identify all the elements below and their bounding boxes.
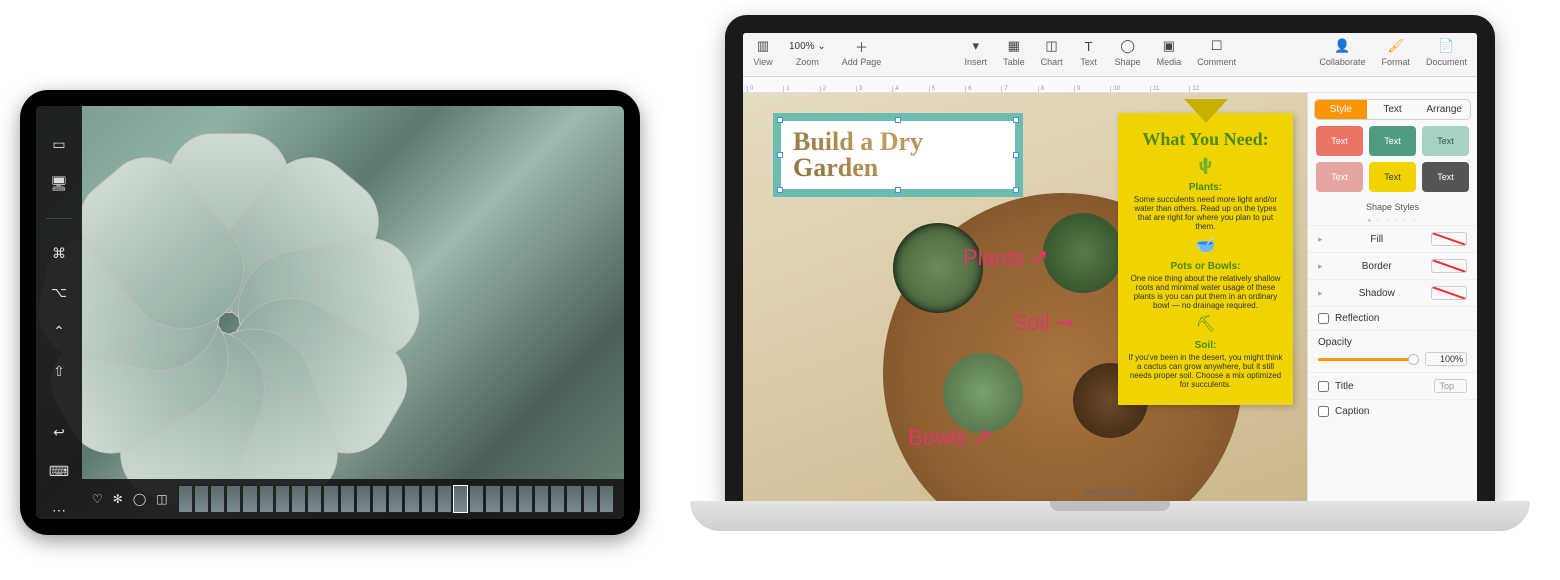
tab-arrange[interactable]: Arrange (1418, 100, 1470, 119)
adjust-icon[interactable]: ✻ (113, 492, 123, 506)
shift-icon[interactable]: ⇧ (50, 363, 68, 380)
document-title[interactable]: Build a Dry Garden (793, 129, 1003, 181)
soil-icon: ⛏ (1128, 314, 1283, 334)
mac-screen: ▥View 100% ⌄Zoom ＋Add Page ▾Insert ▦Tabl… (743, 33, 1477, 503)
favorite-icon[interactable]: ♡ (92, 492, 103, 506)
style-swatch[interactable]: Text (1316, 162, 1363, 192)
caption-checkbox[interactable] (1318, 406, 1329, 417)
fill-row[interactable]: ▸Fill (1308, 225, 1477, 252)
toolbar-chart[interactable]: ◫Chart (1041, 37, 1063, 67)
title-position-dropdown[interactable]: Top (1434, 379, 1467, 393)
toolbar-shape[interactable]: ◯Shape (1115, 37, 1141, 67)
style-pager-dots[interactable]: • · · · · · (1308, 216, 1477, 225)
pot-graphic (943, 353, 1023, 433)
pages-toolbar: ▥View 100% ⌄Zoom ＋Add Page ▾Insert ▦Tabl… (743, 33, 1477, 77)
style-swatch[interactable]: Text (1316, 126, 1363, 156)
ruler: 0123456789101112 (743, 77, 1477, 93)
down-arrow-icon (1184, 99, 1228, 123)
border-row[interactable]: ▸Border (1308, 252, 1477, 279)
inspector-tabs[interactable]: Style Text Arrange (1314, 99, 1471, 120)
title-checkbox[interactable] (1318, 381, 1329, 392)
info-heading: What You Need: (1128, 129, 1283, 150)
bowl-icon: 🥣 (1128, 235, 1283, 255)
toolbar-add-page[interactable]: ＋Add Page (842, 37, 882, 67)
title-row[interactable]: Title Top (1308, 372, 1477, 399)
toolbar-comment[interactable]: ☐Comment (1197, 37, 1236, 67)
style-swatch[interactable]: Text (1369, 126, 1416, 156)
macbook-base: MacBook Air (690, 501, 1530, 531)
toolbar-table[interactable]: ▦Table (1003, 37, 1025, 67)
shape-styles-label: Shape Styles (1308, 198, 1477, 216)
ipad-screen: ▭ 🖥 ⌘ ⌥ ⌃ ⇧ ↩ ⌨ ⋯ ♡ ✻ ◯ ◫ (36, 106, 624, 519)
style-swatch[interactable]: Text (1422, 162, 1469, 192)
undo-icon[interactable]: ↩ (50, 424, 68, 441)
info-panel[interactable]: What You Need: 🌵 Plants: Some succulents… (1118, 113, 1293, 405)
toolbar-insert[interactable]: ▾Insert (965, 37, 988, 67)
option-icon[interactable]: ⌥ (50, 284, 68, 301)
format-inspector: Style Text Arrange Text Text Text Text T… (1307, 93, 1477, 503)
macbook-label: MacBook Air (690, 487, 1530, 497)
keyboard-icon[interactable]: ⌨ (50, 463, 68, 480)
tab-text[interactable]: Text (1367, 100, 1419, 119)
tab-style[interactable]: Style (1315, 100, 1367, 119)
filters-icon[interactable]: ◯ (133, 492, 146, 506)
handwritten-label-soil: Soil ➙ (1013, 308, 1075, 337)
handwritten-label-plants: Plants ➚ (963, 243, 1050, 272)
border-swatch[interactable] (1431, 259, 1467, 273)
shadow-swatch[interactable] (1431, 286, 1467, 300)
toolbar-view[interactable]: ▥View (753, 37, 773, 67)
reflection-checkbox[interactable] (1318, 313, 1329, 324)
toolbar-format[interactable]: 🖌Format (1381, 37, 1410, 67)
document-canvas[interactable]: Build a Dry Garden Plants ➚ Soil ➙ Bowls… (743, 93, 1307, 503)
shadow-row[interactable]: ▸Shadow (1308, 279, 1477, 306)
caption-row[interactable]: Caption (1308, 399, 1477, 423)
crop-icon[interactable]: ◫ (156, 492, 167, 506)
toolbar-media[interactable]: ▣Media (1157, 37, 1182, 67)
style-swatch[interactable]: Text (1369, 162, 1416, 192)
photo-thumbstrip[interactable] (178, 485, 614, 513)
toolbar-document[interactable]: 📄Document (1426, 37, 1467, 67)
ipad-touchbar: ♡ ✻ ◯ ◫ (82, 479, 624, 519)
display-icon[interactable]: 🖥 (50, 175, 68, 192)
ipad-sidecar-sidebar: ▭ 🖥 ⌘ ⌥ ⌃ ⇧ ↩ ⌨ ⋯ (36, 106, 82, 519)
style-swatch[interactable]: Text (1422, 126, 1469, 156)
reflection-row[interactable]: Reflection (1308, 306, 1477, 330)
opacity-value[interactable]: 100% (1425, 352, 1467, 366)
title-text-box[interactable]: Build a Dry Garden (773, 113, 1023, 197)
succulent-photo (169, 143, 549, 519)
toolbar-text[interactable]: TText (1079, 37, 1099, 67)
pot-graphic (1043, 213, 1123, 293)
disconnect-icon[interactable]: ⋯ (50, 502, 68, 519)
command-icon[interactable]: ⌘ (50, 245, 68, 262)
macbook-device: ▥View 100% ⌄Zoom ＋Add Page ▾Insert ▦Tabl… (690, 15, 1530, 531)
opacity-row: Opacity 100% (1308, 330, 1477, 372)
toolbar-collaborate[interactable]: 👤Collaborate (1319, 37, 1365, 67)
sidecar-icon[interactable]: ▭ (50, 136, 68, 153)
control-icon[interactable]: ⌃ (50, 323, 68, 340)
fill-swatch[interactable] (1431, 232, 1467, 246)
ipad-device: ▭ 🖥 ⌘ ⌥ ⌃ ⇧ ↩ ⌨ ⋯ ♡ ✻ ◯ ◫ (20, 90, 640, 535)
opacity-slider[interactable] (1318, 358, 1419, 361)
toolbar-zoom[interactable]: 100% ⌄Zoom (789, 37, 826, 67)
handwritten-label-bowls: Bowls ↗ (908, 423, 992, 452)
cactus-icon: 🌵 (1128, 156, 1283, 176)
